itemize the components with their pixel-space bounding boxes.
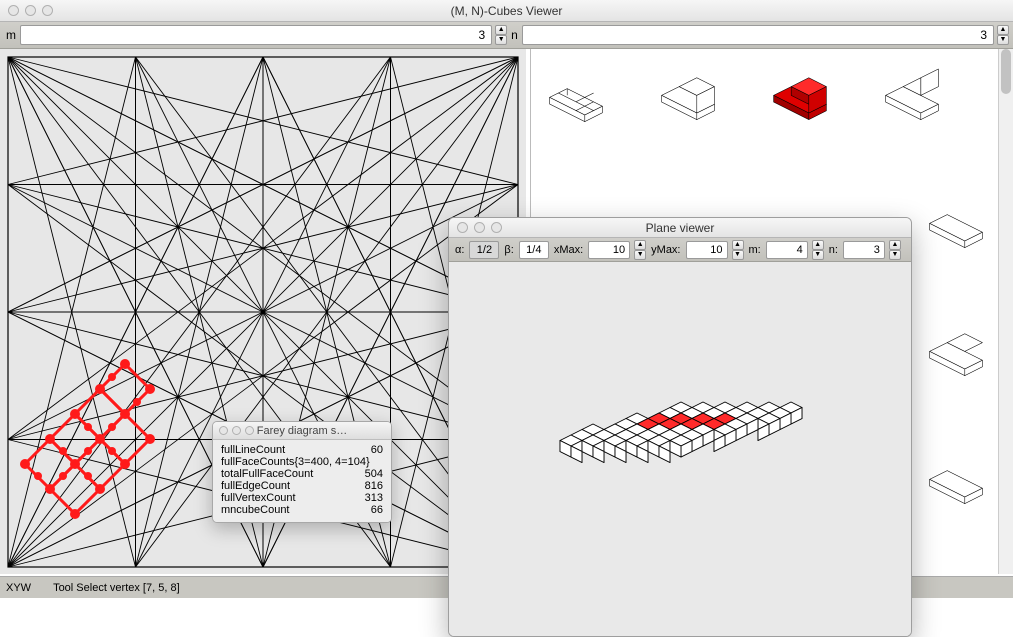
zoom-icon[interactable] [42,5,53,16]
chevron-up-icon[interactable]: ▲ [732,240,744,250]
stat-key: fullVertexCount [221,492,296,504]
chevron-down-icon[interactable]: ▼ [812,250,824,260]
cube-thumb[interactable] [921,317,991,377]
main-titlebar: (M, N)-Cubes Viewer [0,0,1013,22]
stat-row: fullLineCount 60 [221,444,383,456]
plane-n-label: n: [827,244,840,256]
plane-titlebar[interactable]: Plane viewer [449,218,911,238]
window-controls [0,5,53,16]
close-icon[interactable] [8,5,19,16]
plane-cubes [449,262,912,637]
scroll-thumb[interactable] [1001,49,1011,94]
stat-row: fullEdgeCount 816 [221,480,383,492]
stat-key: fullEdgeCount [221,480,290,492]
stat-row: fullFaceCounts{3=400, 4=104} [221,456,383,468]
plane-n-input[interactable] [843,241,885,259]
stat-row: mncubeCount 66 [221,504,383,516]
m-label: m [4,28,18,42]
n-input[interactable] [522,25,994,45]
plane-n-spinner[interactable]: ▲▼ [889,240,901,260]
chevron-down-icon[interactable]: ▼ [634,250,646,260]
scrollbar[interactable] [998,49,1013,574]
xmax-spinner[interactable]: ▲▼ [634,240,646,260]
xmax-input[interactable] [588,241,630,259]
stat-row: fullVertexCount 313 [221,492,383,504]
beta-label: β: [502,244,515,256]
cube-thumb-selected[interactable] [765,63,835,123]
stats-body: fullLineCount 60 fullFaceCounts{3=400, 4=… [213,440,391,522]
n-label: n [509,28,520,42]
close-icon[interactable] [457,222,468,233]
chevron-down-icon[interactable]: ▼ [889,250,901,260]
plane-viewer-window[interactable]: Plane viewer α: β: xMax: ▲▼ yMax: ▲▼ m: … [448,217,912,637]
plane-m-label: m: [747,244,763,256]
plane-toolbar: α: β: xMax: ▲▼ yMax: ▲▼ m: ▲▼ n: ▲▼ [449,238,911,262]
stat-val: 66 [349,504,383,516]
chevron-down-icon[interactable]: ▼ [997,35,1009,45]
cube-thumb[interactable] [653,63,723,123]
chevron-up-icon[interactable]: ▲ [889,240,901,250]
minimize-icon[interactable] [474,222,485,233]
m-spinner[interactable]: ▲ ▼ [495,25,507,45]
stat-val: 60 [349,444,383,456]
stat-val [384,456,392,468]
stat-val: 313 [349,492,383,504]
minimize-icon[interactable] [25,5,36,16]
cube-thumb[interactable] [921,445,991,505]
close-icon[interactable] [219,426,228,435]
status-tool: Tool Select vertex [7, 5, 8] [53,582,180,594]
ymax-label: yMax: [649,244,682,256]
alpha-input[interactable] [469,241,499,259]
stats-window[interactable]: Farey diagram s… fullLineCount 60 fullFac… [212,421,392,523]
m-input[interactable] [20,25,492,45]
plane-canvas[interactable] [449,262,911,636]
cube-thumb[interactable] [921,189,991,249]
plane-m-spinner[interactable]: ▲▼ [812,240,824,260]
chevron-up-icon[interactable]: ▲ [495,25,507,35]
main-toolbar: m ▲ ▼ n ▲ ▼ [0,22,1013,49]
stat-row: totalFullFaceCount 504 [221,468,383,480]
stats-titlebar[interactable]: Farey diagram s… [213,422,391,440]
stat-key: totalFullFaceCount [221,468,313,480]
chevron-up-icon[interactable]: ▲ [634,240,646,250]
cube-thumb[interactable] [921,573,991,574]
zoom-icon[interactable] [245,426,254,435]
ymax-spinner[interactable]: ▲▼ [732,240,744,260]
chevron-up-icon[interactable]: ▲ [997,25,1009,35]
stat-val: 504 [349,468,383,480]
chevron-down-icon[interactable]: ▼ [732,250,744,260]
plane-m-input[interactable] [766,241,808,259]
cube-thumb[interactable] [877,63,947,123]
stat-key: fullFaceCounts{3=400, 4=104} [221,456,370,468]
zoom-icon[interactable] [491,222,502,233]
beta-input[interactable] [519,241,549,259]
n-spinner[interactable]: ▲ ▼ [997,25,1009,45]
minimize-icon[interactable] [232,426,241,435]
chevron-up-icon[interactable]: ▲ [812,240,824,250]
alpha-label: α: [453,244,466,256]
status-mode: XYW [6,582,31,594]
stat-val: 816 [349,480,383,492]
stat-key: fullLineCount [221,444,285,456]
cube-thumb[interactable] [541,63,611,123]
window-title: (M, N)-Cubes Viewer [0,4,1013,18]
plane-title: Plane viewer [449,221,911,235]
xmax-label: xMax: [552,244,585,256]
chevron-down-icon[interactable]: ▼ [495,35,507,45]
content-area: XYW Tool Select vertex [7, 5, 8] Farey d… [0,49,1013,598]
stat-key: mncubeCount [221,504,290,516]
ymax-input[interactable] [686,241,728,259]
